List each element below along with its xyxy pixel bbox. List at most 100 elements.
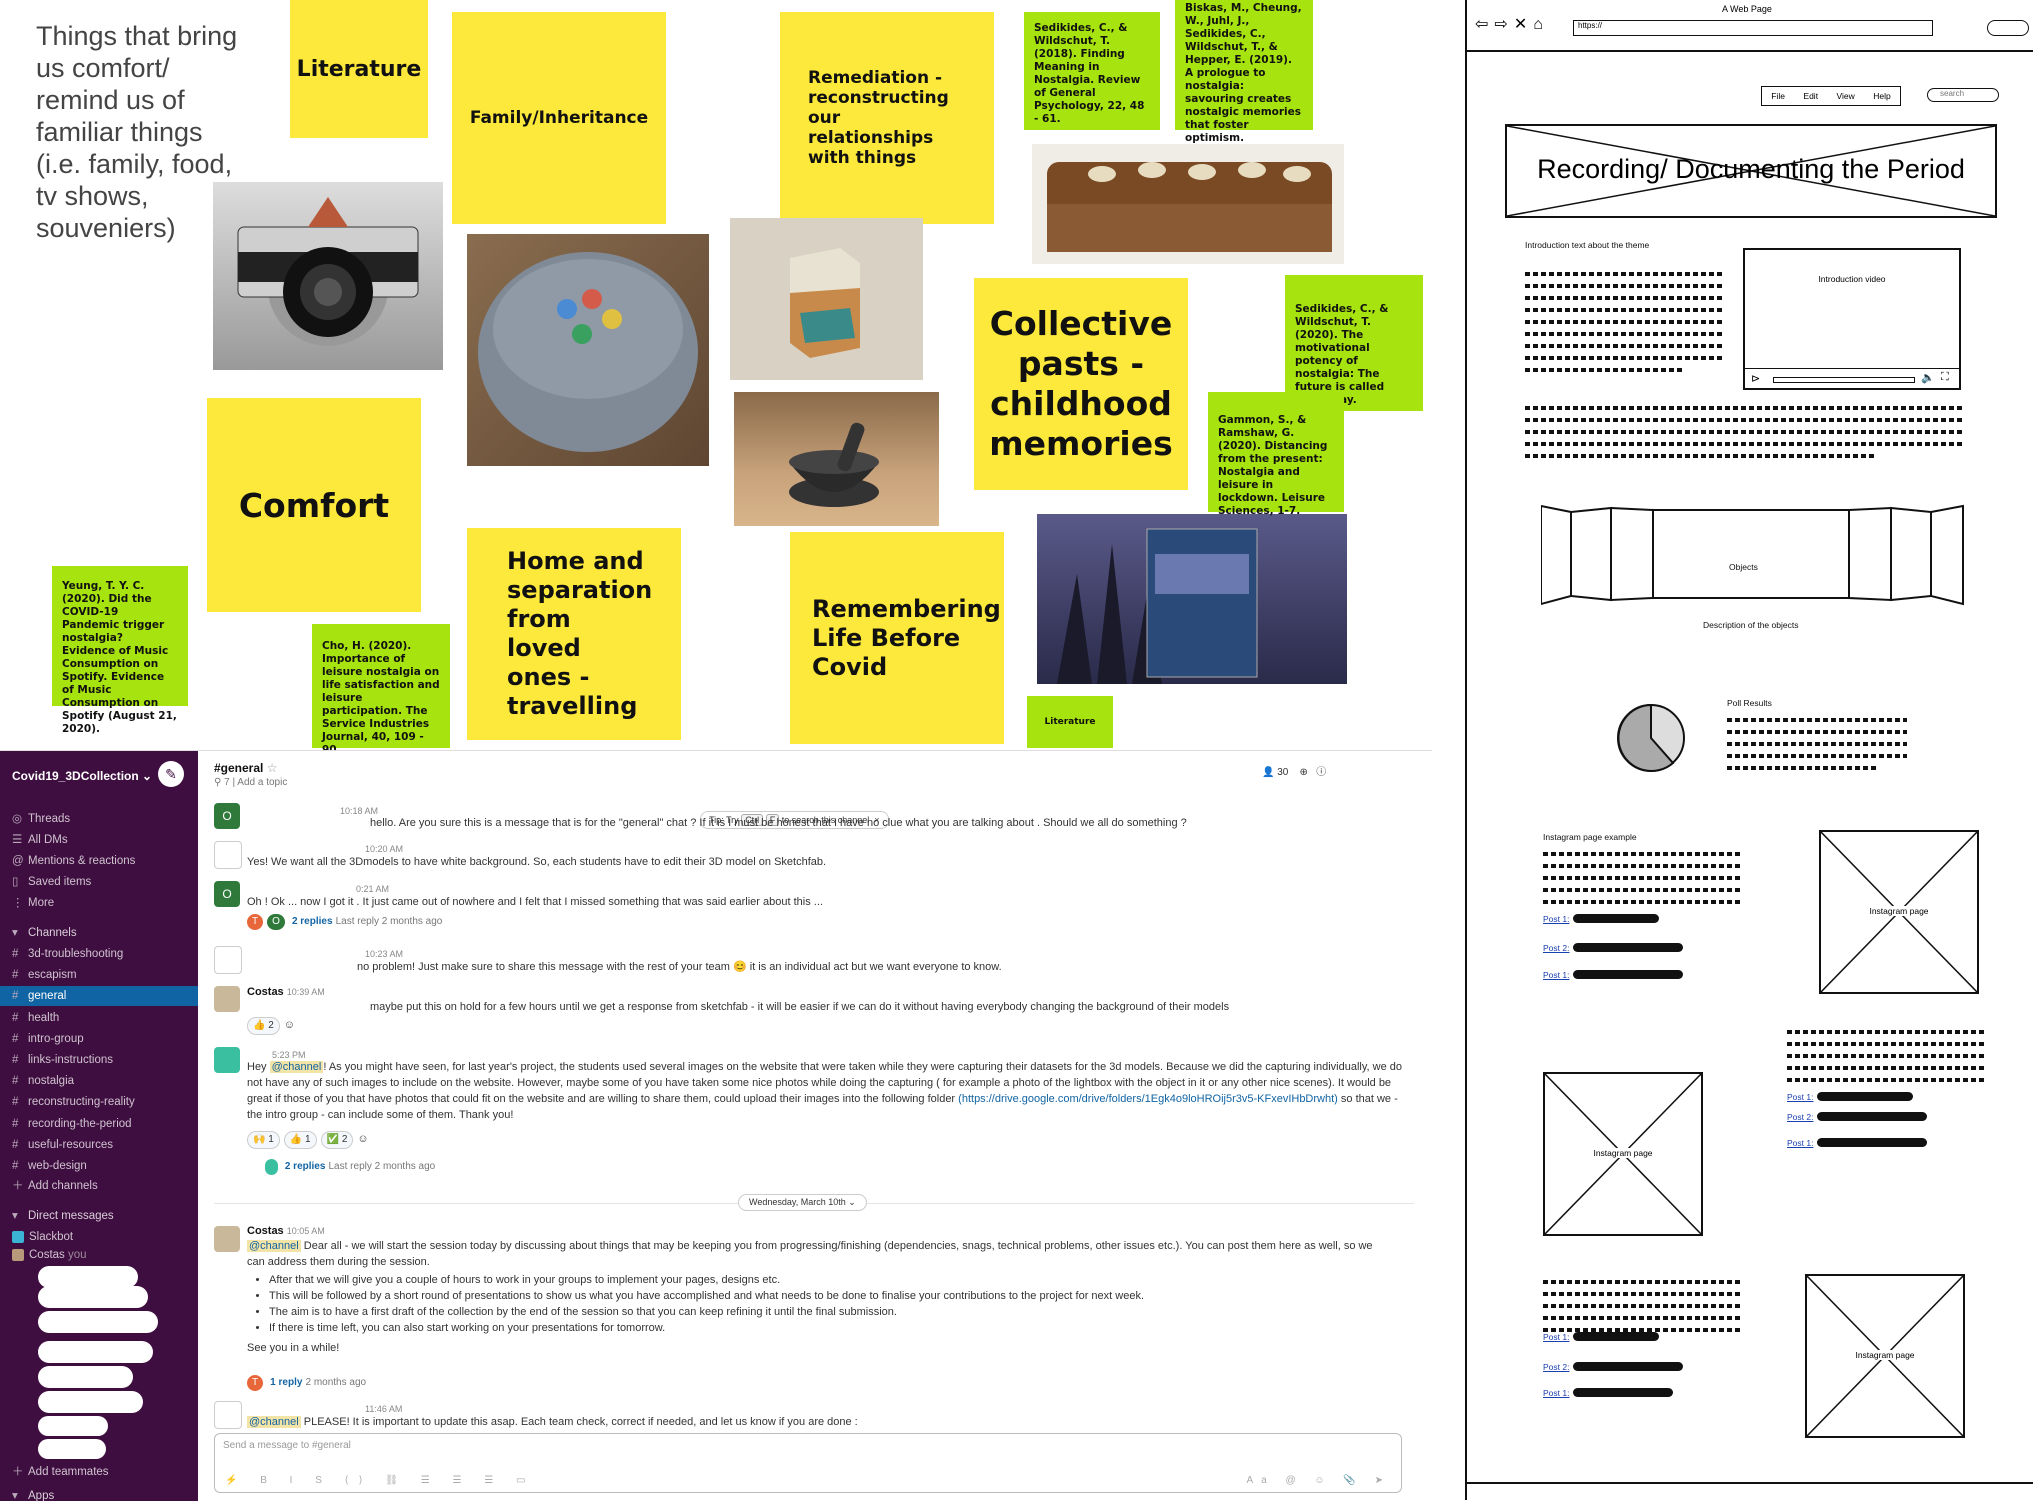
- message-text: no problem! Just make sure to share this…: [357, 961, 1002, 973]
- url-bar[interactable]: https://: [1573, 20, 1933, 36]
- fullscreen-icon[interactable]: ⛶: [1941, 371, 1949, 384]
- reaction-bar[interactable]: 👍 2 ☺: [247, 1017, 295, 1035]
- channel-item-escapism[interactable]: # escapism: [12, 965, 77, 985]
- text-line: [1543, 888, 1743, 892]
- channel-item-general[interactable]: # general: [0, 986, 198, 1007]
- instagram-page-label: Instagram page: [1593, 1148, 1653, 1158]
- add-reaction-icon[interactable]: ☺: [284, 1019, 295, 1031]
- scribble: [1573, 914, 1659, 923]
- dm-slackbot[interactable]: Slackbot: [12, 1227, 73, 1247]
- channel-item-3d-troubleshooting[interactable]: #3d-troubleshooting: [12, 944, 123, 964]
- thread-replies[interactable]: T 1 reply 2 months ago: [247, 1374, 366, 1391]
- message-composer[interactable]: Send a message to #general ⚡ B I S ⟨⟩ ⛓ …: [214, 1433, 1402, 1493]
- dm-costas[interactable]: Costas you: [12, 1245, 87, 1265]
- compose-icon[interactable]: ✎: [158, 761, 184, 787]
- channel-item-nostalgia[interactable]: # nostalgia: [12, 1071, 74, 1091]
- note-sedikides-2020: Sedikides, C., & Wildschut, T. (2020). T…: [1285, 275, 1423, 411]
- intro-video[interactable]: Introduction video ⊳ 🔈 ⛶: [1743, 248, 1961, 390]
- menu-view[interactable]: View: [1837, 91, 1855, 101]
- channel-mention[interactable]: @channel: [269, 1061, 324, 1073]
- add-channels[interactable]: ＋ Add channels: [12, 1176, 98, 1196]
- dm-header[interactable]: ▾ Direct messages: [12, 1206, 114, 1226]
- workspace-name[interactable]: Covid19_3DCollection ⌄: [12, 769, 152, 783]
- moodboard: Things that bring us comfort/ remind us …: [0, 0, 1460, 756]
- play-icon[interactable]: ⊳: [1751, 372, 1760, 385]
- nav-more[interactable]: ⋮ More: [12, 893, 54, 913]
- channel-mention[interactable]: @channel: [247, 1240, 301, 1252]
- add-teammates[interactable]: ＋ Add teammates: [12, 1462, 109, 1482]
- note-gammon-2020: Gammon, S., & Ramshaw, G. (2020). Distan…: [1208, 392, 1344, 517]
- post-link-2[interactable]: Post 2:: [1787, 1112, 1813, 1122]
- post-link-3[interactable]: Post 1:: [1787, 1138, 1813, 1148]
- composer-input[interactable]: Send a message to #general: [215, 1434, 1401, 1457]
- channel-item-useful-resources[interactable]: # useful-resources: [12, 1135, 113, 1155]
- post-link-1[interactable]: Post 1:: [1787, 1092, 1813, 1102]
- add-member-icon[interactable]: ⊕: [1299, 767, 1307, 778]
- avatar[interactable]: [214, 841, 242, 869]
- toggle-icon[interactable]: [1987, 20, 2029, 36]
- progress-bar[interactable]: [1773, 377, 1915, 383]
- date-divider[interactable]: Wednesday, March 10th ⌄: [738, 1194, 867, 1211]
- post-link-1[interactable]: Post 1:: [1543, 914, 1569, 924]
- hash-icon: #: [12, 1138, 19, 1151]
- post-link-3[interactable]: Post 1:: [1543, 1388, 1569, 1398]
- nav-all-dms[interactable]: ☰ All DMs: [12, 830, 68, 850]
- post-link-3[interactable]: Post 1:: [1543, 970, 1569, 980]
- text-line: [1525, 332, 1725, 336]
- channel-item-health[interactable]: # health: [12, 1008, 59, 1028]
- poll-pie-chart: [1617, 703, 1685, 772]
- reaction-bar[interactable]: 🙌 1 👍 1 ✅ 2 ☺: [247, 1131, 369, 1149]
- nav-threads[interactable]: ◎ Threads: [12, 809, 70, 829]
- menu-file[interactable]: File: [1771, 91, 1785, 101]
- message-text: Yes! We want all the 3Dmodels to have wh…: [247, 856, 827, 868]
- menu-edit[interactable]: Edit: [1803, 91, 1818, 101]
- drive-link[interactable]: (https://drive.google.com/drive/folders/…: [958, 1093, 1338, 1105]
- channel-title[interactable]: #general ☆: [214, 761, 277, 775]
- channel-label: web-design: [28, 1160, 87, 1172]
- browser-nav-icons[interactable]: ⇦⇨✕⌂: [1475, 14, 1549, 34]
- avatar[interactable]: [214, 1047, 240, 1073]
- note-family-inheritance: Family/Inheritance: [452, 12, 666, 224]
- nav-saved[interactable]: ▯ Saved items: [12, 872, 91, 892]
- avatar[interactable]: [214, 986, 240, 1012]
- channel-item-web-design[interactable]: # web-design: [12, 1156, 87, 1176]
- post-link-1[interactable]: Post 1:: [1543, 1332, 1569, 1342]
- search-input[interactable]: search: [1927, 88, 1999, 102]
- avatar[interactable]: [214, 946, 242, 974]
- add-topic-link[interactable]: Add a topic: [237, 777, 287, 788]
- note-literature: Literature: [290, 0, 428, 138]
- info-icon[interactable]: ⓘ: [1316, 767, 1326, 778]
- star-icon[interactable]: ☆: [267, 761, 278, 775]
- more-icon: ⋮: [12, 897, 24, 909]
- members-icon[interactable]: 👤: [1262, 767, 1274, 778]
- avatar[interactable]: O: [214, 803, 240, 829]
- text-line: [1525, 406, 1965, 410]
- menu-help[interactable]: Help: [1873, 91, 1890, 101]
- channel-mention[interactable]: @channel: [247, 1416, 301, 1428]
- text-line: [1727, 754, 1907, 758]
- thread-replies[interactable]: TO 2 replies Last reply 2 months ago: [247, 913, 442, 930]
- format-toolbar[interactable]: ⚡ B I S ⟨⟩ ⛓ ☰ ☰ ☰ ▭: [225, 1475, 535, 1486]
- post-link-2[interactable]: Post 2:: [1543, 1362, 1569, 1372]
- nav-mentions[interactable]: @ Mentions & reactions: [12, 851, 135, 871]
- note-comfort: Comfort: [207, 398, 421, 612]
- objects-carousel[interactable]: [1541, 498, 1965, 610]
- channel-item-reconstructing-reality[interactable]: # reconstructing-reality: [12, 1092, 135, 1112]
- channel-item-links-instructions[interactable]: # links-instructions: [12, 1050, 113, 1070]
- composer-actions[interactable]: Aa @ ☺ 📎 ➤: [1246, 1475, 1391, 1486]
- channel-item-recording-the-period[interactable]: # recording-the-period: [12, 1114, 132, 1134]
- member-count[interactable]: 30: [1277, 767, 1288, 778]
- text-line: [1727, 730, 1907, 734]
- avatar[interactable]: [214, 1401, 242, 1429]
- post-link-2[interactable]: Post 2:: [1543, 943, 1569, 953]
- thread-replies[interactable]: 2 replies Last reply 2 months ago: [265, 1158, 435, 1175]
- video-controls[interactable]: ⊳ 🔈 ⛶: [1745, 368, 1959, 389]
- avatar[interactable]: [214, 1226, 240, 1252]
- channel-item-intro-group[interactable]: # intro-group: [12, 1029, 84, 1049]
- channels-header[interactable]: ▾ Channels: [12, 923, 77, 943]
- apps-header[interactable]: ▾ Apps: [12, 1486, 54, 1506]
- avatar[interactable]: O: [214, 881, 240, 907]
- redaction: [38, 1416, 108, 1436]
- add-reaction-icon[interactable]: ☺: [357, 1133, 368, 1145]
- volume-icon[interactable]: 🔈: [1921, 371, 1935, 384]
